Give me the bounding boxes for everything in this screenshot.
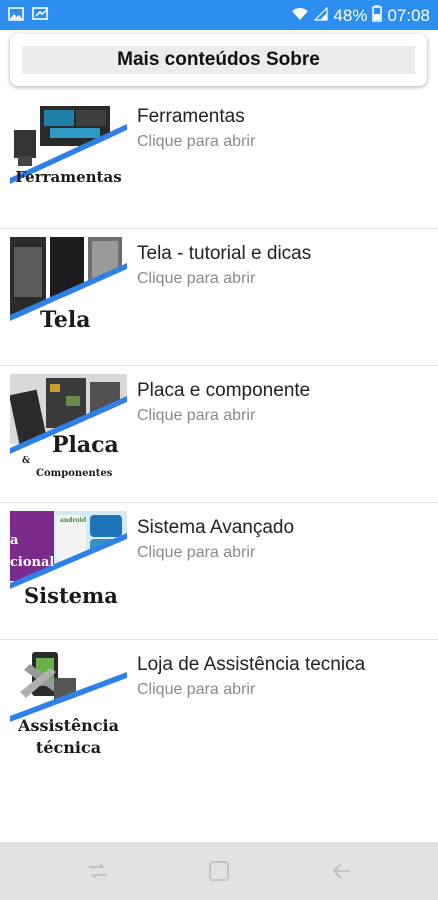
clock: 07:08 bbox=[387, 6, 430, 25]
thumbnail-ampersand: & bbox=[22, 456, 31, 466]
thumbnail-ferramentas: Ferramentas bbox=[10, 100, 127, 217]
item-title: Tela - tutorial e dicas bbox=[137, 243, 312, 264]
thumbnail-placa: Placa & Componentes bbox=[10, 374, 127, 491]
thumbnail-sistema: a cional android Sistema bbox=[10, 511, 127, 628]
thumbnail-label: Tela bbox=[40, 307, 91, 333]
item-subtitle: Clique para abrir bbox=[137, 133, 256, 150]
header-card: Mais conteúdos Sobre bbox=[10, 34, 427, 86]
battery-icon bbox=[372, 5, 383, 27]
page-title: Mais conteúdos Sobre bbox=[22, 46, 415, 74]
thumbnail-text-c: android bbox=[60, 517, 87, 524]
thumbnail-tela: Tela bbox=[10, 237, 127, 354]
status-bar: 48% 07:08 bbox=[0, 0, 438, 30]
signal-icon bbox=[313, 6, 329, 26]
item-subtitle: Clique para abrir bbox=[137, 407, 256, 424]
back-icon[interactable] bbox=[330, 859, 354, 888]
item-title: Loja de Assistência tecnica bbox=[137, 654, 366, 675]
wifi-icon bbox=[291, 6, 309, 26]
item-title: Placa e componente bbox=[137, 380, 311, 401]
cast-notification-icon bbox=[32, 7, 50, 26]
home-icon[interactable] bbox=[207, 859, 231, 888]
item-subtitle: Clique para abrir bbox=[137, 270, 256, 287]
thumbnail-assistencia: Assistência técnica bbox=[10, 648, 127, 765]
list-item-placa[interactable]: Placa & Componentes Placa e componente C… bbox=[0, 366, 438, 503]
thumbnail-label: Sistema bbox=[24, 583, 118, 608]
thumbnail-label: Assistência bbox=[18, 716, 119, 735]
battery-percent: 48% bbox=[333, 6, 368, 25]
thumbnail-text-b: cional bbox=[10, 555, 55, 570]
gallery-notification-icon bbox=[8, 7, 24, 26]
item-title: Ferramentas bbox=[137, 106, 245, 127]
content-list: Ferramentas Ferramentas Clique para abri… bbox=[0, 92, 438, 776]
list-item-assistencia[interactable]: Assistência técnica Loja de Assistência … bbox=[0, 640, 438, 776]
list-item-sistema[interactable]: a cional android Sistema Sistema Avançad… bbox=[0, 503, 438, 640]
list-item-ferramentas[interactable]: Ferramentas Ferramentas Clique para abri… bbox=[0, 92, 438, 229]
thumbnail-label: Placa bbox=[52, 432, 119, 458]
navigation-bar bbox=[0, 842, 438, 900]
thumbnail-text-a: a bbox=[10, 533, 19, 548]
thumbnail-label-secondary: Componentes bbox=[36, 468, 113, 479]
recent-apps-icon[interactable] bbox=[86, 859, 110, 888]
list-item-tela[interactable]: Tela Tela - tutorial e dicas Clique para… bbox=[0, 229, 438, 366]
thumbnail-label-secondary: técnica bbox=[35, 738, 102, 757]
item-subtitle: Clique para abrir bbox=[137, 681, 256, 698]
thumbnail-label: Ferramentas bbox=[15, 168, 122, 186]
item-subtitle: Clique para abrir bbox=[137, 544, 256, 561]
item-title: Sistema Avançado bbox=[137, 517, 295, 538]
